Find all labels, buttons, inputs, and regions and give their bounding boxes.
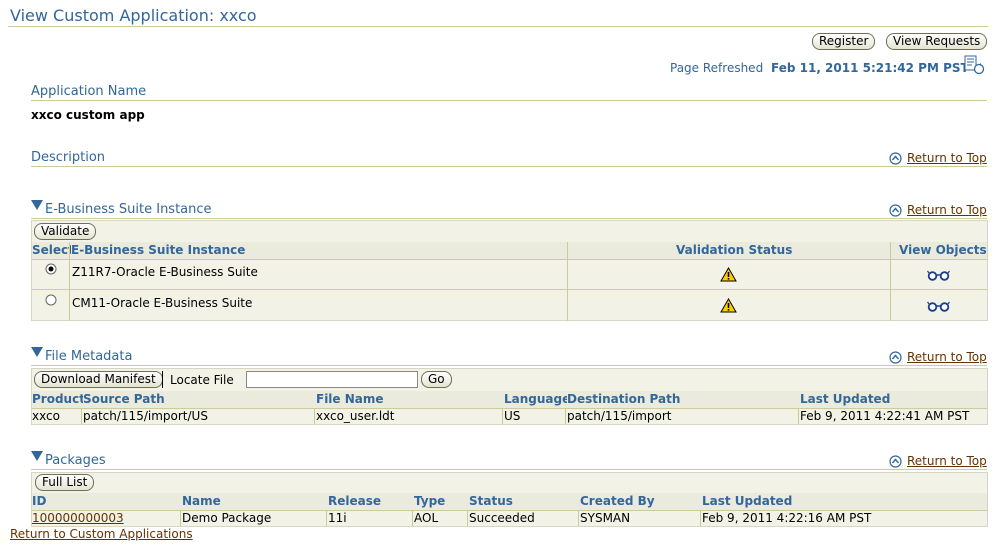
file-last-updated: Feb 9, 2011 4:22:41 AM PST — [800, 409, 970, 423]
ebs-header-view-objects: View Objects — [899, 242, 987, 258]
description-label: Description — [31, 150, 106, 165]
ebs-header-select: Select — [32, 242, 74, 258]
go-button[interactable]: Go — [421, 371, 452, 388]
ebs-instance-name: CM11-Oracle E-Business Suite — [72, 296, 253, 310]
packages-col-divider — [180, 510, 181, 526]
ebs-section-title: E-Business Suite Instance — [45, 202, 212, 217]
file-header-last-updated: Last Updated — [800, 391, 891, 407]
return-to-top-link[interactable]: Return to Top — [889, 203, 987, 217]
package-id-link[interactable]: 100000000003 — [32, 510, 124, 526]
warning-icon — [720, 298, 737, 313]
ebs-col-divider — [69, 242, 70, 321]
locate-file-label: Locate File — [170, 373, 234, 387]
return-to-top-label: Return to Top — [907, 151, 987, 165]
package-last-updated: Feb 9, 2011 4:22:16 AM PST — [702, 511, 872, 525]
select-radio-selected[interactable] — [45, 263, 57, 275]
return-to-top-icon — [889, 350, 902, 364]
packages-header-last-updated: Last Updated — [702, 493, 793, 509]
toolbar-separator — [162, 371, 163, 388]
packages-col-divider — [467, 510, 468, 526]
ebs-row-divider — [32, 259, 987, 260]
packages-col-divider — [700, 510, 701, 526]
packages-header-name: Name — [182, 493, 221, 509]
file-col-divider — [314, 408, 315, 424]
file-col-divider — [565, 408, 566, 424]
file-name: xxco_user.ldt — [316, 409, 395, 423]
return-to-top-link[interactable]: Return to Top — [889, 350, 987, 364]
file-col-divider — [502, 408, 503, 424]
return-to-top-label: Return to Top — [907, 454, 987, 468]
refresh-icon[interactable] — [963, 55, 985, 75]
return-to-top-icon — [889, 151, 902, 165]
package-type: AOL — [414, 511, 439, 525]
packages-divider — [31, 469, 987, 470]
application-name-value: xxco custom app — [31, 108, 145, 122]
return-to-top-label: Return to Top — [907, 203, 987, 217]
full-list-button[interactable]: Full List — [35, 474, 95, 491]
file-header-product: Product — [32, 391, 85, 407]
packages-header-status: Status — [469, 493, 513, 509]
package-status: Succeeded — [469, 511, 535, 525]
return-to-top-label: Return to Top — [907, 350, 987, 364]
collapse-triangle-icon[interactable] — [31, 346, 43, 358]
return-to-top-link[interactable]: Return to Top — [889, 151, 987, 165]
ebs-header-validation-status: Validation Status — [676, 242, 793, 258]
ebs-row-divider — [32, 289, 987, 290]
packages-header-release: Release — [328, 493, 382, 509]
packages-col-divider — [578, 510, 579, 526]
file-language: US — [504, 409, 521, 423]
package-release: 11i — [328, 511, 347, 525]
application-name-label: Application Name — [31, 84, 147, 99]
package-name: Demo Package — [182, 511, 272, 525]
app-name-divider — [31, 100, 987, 101]
packages-header-created-by: Created By — [580, 493, 655, 509]
glasses-icon[interactable] — [927, 270, 950, 281]
file-col-divider — [798, 408, 799, 424]
title-divider — [8, 26, 988, 27]
page-refreshed-value: Feb 11, 2011 5:21:42 PM PST — [771, 61, 969, 75]
file-metadata-divider — [31, 365, 987, 366]
return-to-top-link[interactable]: Return to Top — [889, 454, 987, 468]
glasses-icon[interactable] — [927, 301, 950, 312]
collapse-triangle-icon[interactable] — [31, 450, 43, 462]
file-metadata-title: File Metadata — [45, 349, 133, 364]
page-title: View Custom Application: xxco — [10, 6, 257, 25]
validate-button[interactable]: Validate — [34, 223, 97, 240]
warning-icon — [720, 267, 737, 282]
register-button[interactable]: Register — [812, 33, 876, 50]
file-header-source-path: Source Path — [83, 391, 165, 407]
return-to-top-icon — [889, 203, 902, 217]
file-col-divider — [81, 408, 82, 424]
package-created-by: SYSMAN — [580, 511, 631, 525]
ebs-header-instance: E-Business Suite Instance — [71, 242, 246, 258]
view-requests-button[interactable]: View Requests — [886, 33, 988, 50]
file-header-language: Language — [504, 391, 571, 407]
file-destination-path: patch/115/import — [567, 409, 672, 423]
locate-file-input[interactable] — [246, 371, 418, 388]
description-divider — [31, 166, 987, 167]
ebs-col-divider — [890, 242, 891, 321]
file-header-file-name: File Name — [316, 391, 384, 407]
packages-col-divider — [326, 510, 327, 526]
collapse-triangle-icon[interactable] — [31, 199, 43, 211]
packages-title: Packages — [45, 453, 106, 468]
ebs-divider — [31, 218, 987, 219]
packages-col-divider — [412, 510, 413, 526]
ebs-instance-name: Z11R7-Oracle E-Business Suite — [72, 265, 258, 279]
file-product: xxco — [32, 409, 60, 423]
return-to-custom-applications-link[interactable]: Return to Custom Applications — [10, 527, 193, 541]
select-radio-unselected[interactable] — [45, 294, 57, 306]
page-refreshed-label: Page Refreshed — [670, 61, 764, 75]
file-header-destination-path: Destination Path — [567, 391, 681, 407]
return-to-top-icon — [889, 454, 902, 468]
file-source-path: patch/115/import/US — [83, 409, 208, 423]
packages-header-id: ID — [32, 493, 47, 509]
ebs-col-divider — [567, 242, 568, 321]
download-manifest-button[interactable]: Download Manifest — [34, 371, 163, 388]
packages-header-type: Type — [414, 493, 446, 509]
